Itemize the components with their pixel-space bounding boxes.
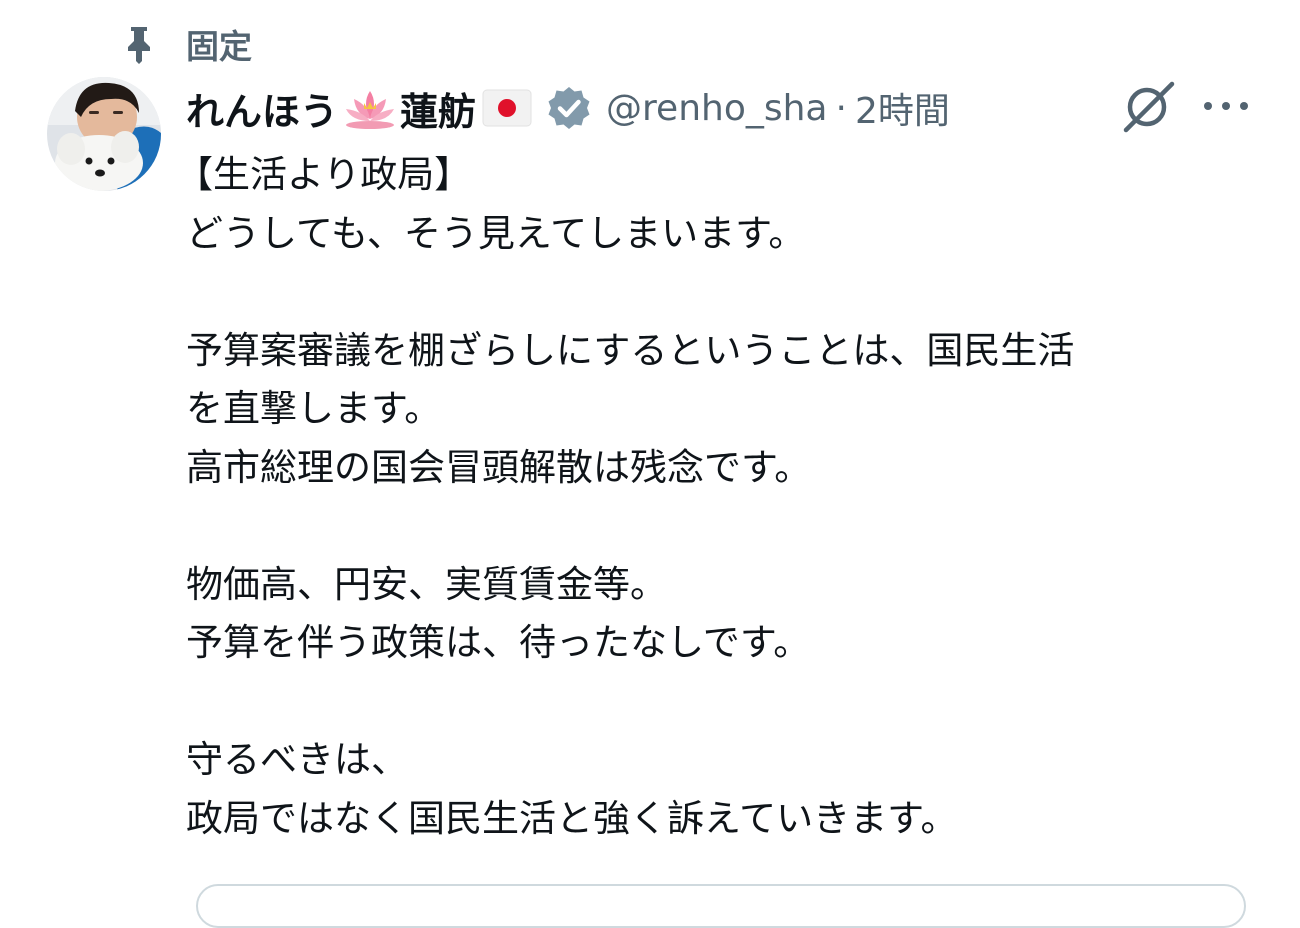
tweet-line: どうしても、そう見えてしまいます。 [186,211,806,255]
verified-badge-icon[interactable] [546,85,592,131]
display-name-part1[interactable]: れんほう [186,81,338,136]
tweet-header: れんほう 蓮舫 @renho_sha · 2時間 [186,80,950,136]
tweet-line: 高市総理の国会冒頭解散は残念です。 [186,445,812,489]
tweet-text: 【生活より政局】 どうしても、そう見えてしまいます。 予算案審議を棚ざらしにする… [176,146,1266,848]
lotus-emoji-icon [344,87,396,129]
author-handle[interactable]: @renho_sha [606,88,827,129]
media-card[interactable] [196,884,1246,928]
tweet-line: 予算案審議を棚ざらしにするということは、国民生活 [186,328,1075,372]
timestamp[interactable]: 2時間 [855,82,950,134]
pinned-label: 固定 [186,27,252,66]
pinned-indicator: 固定 [122,22,252,66]
display-name-part2[interactable]: 蓮舫 [400,81,476,136]
tweet-line: 物価高、円安、実質賃金等。 [186,562,667,606]
japan-flag-icon [482,89,532,127]
tweet-line: を直撃します。 [186,387,442,430]
grok-icon[interactable] [1118,80,1176,134]
avatar[interactable] [47,77,161,191]
pin-icon [122,24,156,64]
separator-dot: · [835,87,847,129]
tweet-line: 予算を伴う政策は、待ったなしです。 [186,621,811,664]
tweet-line: 守るべきは、 [186,738,408,781]
tweet-line: 政局ではなく国民生活と強く訴えていきます。 [186,796,958,840]
tweet-line: 【生活より政局】 [176,153,472,196]
more-options-icon[interactable] [1198,88,1254,124]
